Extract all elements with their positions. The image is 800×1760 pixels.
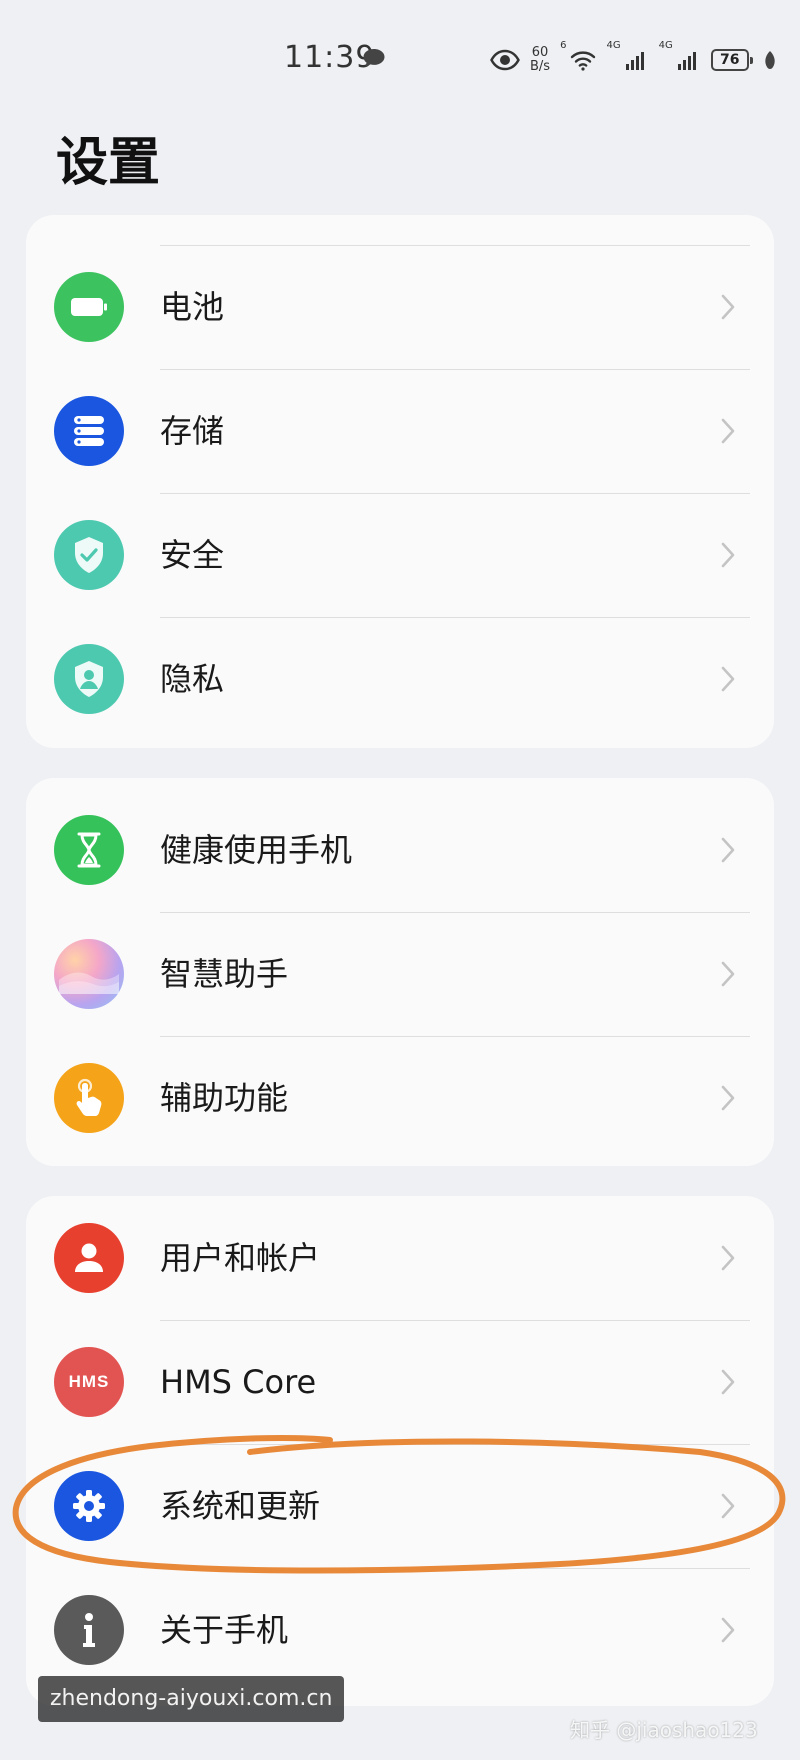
settings-item-label: 安全 bbox=[160, 536, 225, 574]
message-icon bbox=[363, 49, 385, 67]
storage-icon bbox=[54, 396, 124, 466]
chevron-right-icon bbox=[721, 294, 735, 320]
chevron-right-icon bbox=[721, 542, 735, 568]
settings-item-label: 系统和更新 bbox=[160, 1487, 321, 1525]
settings-item-label: 电池 bbox=[160, 288, 225, 326]
net-speed-value: 60 bbox=[531, 45, 549, 60]
hms-icon: HMS bbox=[54, 1347, 124, 1417]
settings-item-accessibility[interactable]: 辅助功能 bbox=[26, 1036, 774, 1160]
settings-item-storage[interactable]: 存储 bbox=[26, 369, 774, 493]
settings-item-battery[interactable]: 电池 bbox=[26, 245, 774, 369]
settings-item-security[interactable]: 安全 bbox=[26, 493, 774, 617]
settings-item-label: 智慧助手 bbox=[160, 955, 289, 993]
gear-icon bbox=[54, 1471, 124, 1541]
signal-2-icon bbox=[677, 52, 696, 70]
chevron-right-icon bbox=[721, 1493, 735, 1519]
corner-watermark: 知乎 @jiaoshao123 bbox=[570, 1718, 758, 1742]
chevron-right-icon bbox=[721, 666, 735, 692]
settings-item-label: 用户和帐户 bbox=[160, 1239, 321, 1277]
signal-1-tag: 4G bbox=[606, 40, 621, 51]
settings-item-label: 存储 bbox=[160, 412, 225, 450]
wifi-icon bbox=[571, 51, 596, 71]
network-speed: 60 B/s bbox=[530, 46, 550, 74]
settings-item-digital-balance[interactable]: 健康使用手机 bbox=[26, 788, 774, 912]
status-bar: 11:39 60 B/s 6 4G 4G 76 bbox=[0, 0, 800, 112]
settings-item-label: 隐私 bbox=[160, 660, 225, 698]
settings-group-2: 健康使用手机 智慧助手 辅助功能 bbox=[26, 778, 774, 1166]
accessibility-hand-icon bbox=[54, 1063, 124, 1133]
settings-item-label: 辅助功能 bbox=[160, 1079, 289, 1117]
net-speed-unit: B/s bbox=[530, 59, 551, 74]
info-icon bbox=[54, 1595, 124, 1665]
settings-item-system-update[interactable]: 系统和更新 bbox=[26, 1444, 774, 1568]
signal-2-tag: 4G bbox=[658, 40, 673, 51]
battery-icon bbox=[54, 272, 124, 342]
chevron-right-icon bbox=[721, 418, 735, 444]
hourglass-icon bbox=[54, 815, 124, 885]
user-icon bbox=[54, 1223, 124, 1293]
settings-group-3: 用户和帐户 HMS HMS Core 系统和更新 关于手机 bbox=[26, 1196, 774, 1706]
chevron-right-icon bbox=[721, 837, 735, 863]
settings-item-about-phone[interactable]: 关于手机 bbox=[26, 1568, 774, 1692]
chevron-right-icon bbox=[721, 961, 735, 987]
assistant-icon bbox=[54, 939, 124, 1009]
chevron-right-icon bbox=[721, 1369, 735, 1395]
page-title: 设置 bbox=[56, 133, 161, 193]
settings-item-privacy[interactable]: 隐私 bbox=[26, 617, 774, 741]
chevron-right-icon bbox=[721, 1085, 735, 1111]
settings-screen: 11:39 60 B/s 6 4G 4G 76 设置 电池 存储 安全 隐私 健… bbox=[0, 0, 800, 1760]
privacy-icon bbox=[54, 644, 124, 714]
settings-item-assistant[interactable]: 智慧助手 bbox=[26, 912, 774, 1036]
leaf-icon bbox=[765, 51, 775, 69]
eye-icon bbox=[490, 49, 520, 71]
settings-item-label: 健康使用手机 bbox=[160, 831, 353, 869]
hms-icon-text: HMS bbox=[68, 1372, 110, 1391]
settings-item-label: HMS Core bbox=[160, 1363, 317, 1401]
status-icons: 60 B/s 6 4G 4G 76 bbox=[490, 40, 777, 80]
battery-indicator: 76 bbox=[710, 49, 753, 71]
security-shield-icon bbox=[54, 520, 124, 590]
settings-group-1: 电池 存储 安全 隐私 bbox=[26, 215, 774, 748]
chevron-right-icon bbox=[721, 1617, 735, 1643]
site-watermark: zhendong-aiyouxi.com.cn bbox=[38, 1676, 345, 1722]
settings-item-users-accounts[interactable]: 用户和帐户 bbox=[26, 1196, 774, 1320]
signal-1-icon bbox=[625, 52, 644, 70]
settings-item-hms-core[interactable]: HMS HMS Core bbox=[26, 1320, 774, 1444]
chevron-right-icon bbox=[721, 1245, 735, 1271]
settings-item-label: 关于手机 bbox=[160, 1611, 289, 1649]
wifi-tag: 6 bbox=[560, 40, 567, 51]
